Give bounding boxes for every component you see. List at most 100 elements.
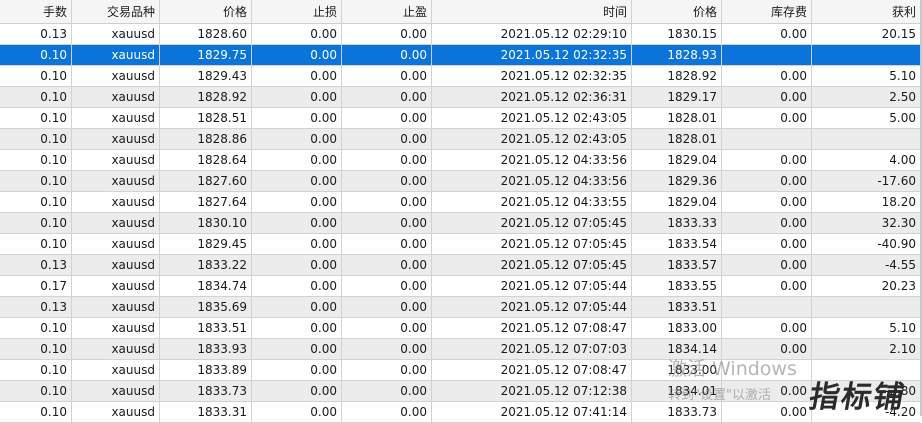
cell-time: 2021.05.12 02:36:31 — [432, 87, 632, 107]
cell-swap: 0.00 — [722, 402, 812, 422]
cell-profit: 32.30 — [881, 216, 916, 230]
cell-volume: 0.10 — [0, 360, 72, 380]
table-row[interactable]: 0.17 xauusd 1834.74 0.00 0.00 2021.05.12 07:0… — [0, 276, 920, 297]
cell-profit: 4.00 — [889, 153, 916, 167]
cell-stop-loss: 0.00 — [252, 66, 342, 86]
cell-volume: 0.10 — [0, 150, 72, 170]
cell-time: 2021.05.12 07:12:38 — [432, 381, 632, 401]
table-row[interactable]: 0.10 xauusd 1828.51 0.00 0.00 2021.05.12 02:4… — [0, 108, 920, 129]
cell-price: 1829.43 — [160, 66, 252, 86]
cell-volume: 0.10 — [0, 192, 72, 212]
cell-price: 1833.89 — [160, 360, 252, 380]
table-header: 手数 交易品种 价格 止损 止盈 时间 价格 库存费 获利 — [0, 0, 920, 24]
cell-time: 2021.05.12 02:43:05 — [432, 108, 632, 128]
cell-symbol: xauusd — [72, 108, 160, 128]
cell-price: 1828.86 — [160, 129, 252, 149]
cell-close-price: 1829.04 — [632, 192, 722, 212]
cell-close-price: 1828.92 — [632, 66, 722, 86]
cell-time: 2021.05.12 07:05:45 — [432, 213, 632, 233]
table-row[interactable]: 0.13 xauusd 1835.69 0.00 0.00 2021.05.12 07:0… — [0, 297, 920, 318]
cell-stop-loss: 0.00 — [252, 87, 342, 107]
cell-symbol: xauusd — [72, 66, 160, 86]
table-row[interactable]: 0.10 xauusd 1833.51 0.00 0.00 2021.05.12 07:0… — [0, 318, 920, 339]
cell-close-price: 1833.00 — [632, 318, 722, 338]
cell-profit: 2.10 — [889, 342, 916, 356]
cell-symbol: xauusd — [72, 255, 160, 275]
cell-time: 2021.05.12 04:33:56 — [432, 150, 632, 170]
cell-swap: 0.00 — [722, 24, 812, 44]
cell-price: 1833.31 — [160, 402, 252, 422]
cell-stop-loss: 0.00 — [252, 297, 342, 317]
cell-price: 1833.22 — [160, 255, 252, 275]
cell-symbol: xauusd — [72, 192, 160, 212]
table-row[interactable]: 0.10 xauusd 1833.73 0.00 0.00 2021.05.12 07:1… — [0, 381, 920, 402]
table-row[interactable]: 0.10 xauusd 1828.64 0.00 0.00 2021.05.12 04:3… — [0, 150, 920, 171]
cell-volume: 0.17 — [0, 276, 72, 296]
table-row[interactable]: 0.10 xauusd 1829.75 0.00 0.00 2021.05.12 02:3… — [0, 45, 920, 66]
cell-take-profit: 0.00 — [342, 381, 432, 401]
table-row[interactable]: 0.10 xauusd 1828.86 0.00 0.00 2021.05.12 02:4… — [0, 129, 920, 150]
cell-swap — [722, 297, 812, 317]
cell-stop-loss: 0.00 — [252, 192, 342, 212]
table-row[interactable]: 0.10 xauusd 1827.60 0.00 0.00 2021.05.12 04:3… — [0, 171, 920, 192]
cell-swap: 0.00 — [722, 171, 812, 191]
cell-take-profit: 0.00 — [342, 24, 432, 44]
table-row[interactable]: 0.10 xauusd 1827.64 0.00 0.00 2021.05.12 04:3… — [0, 192, 920, 213]
cell-symbol: xauusd — [72, 234, 160, 254]
cell-swap: 0.00 — [722, 213, 812, 233]
cell-take-profit: 0.00 — [342, 150, 432, 170]
cell-price: 1833.93 — [160, 339, 252, 359]
table-row[interactable]: 0.10 xauusd 1829.43 0.00 0.00 2021.05.12 02:3… — [0, 66, 920, 87]
cell-swap: 0.00 — [722, 66, 812, 86]
cell-volume: 0.13 — [0, 255, 72, 275]
cell-take-profit: 0.00 — [342, 87, 432, 107]
table-row[interactable]: 0.13 xauusd 1833.22 0.00 0.00 2021.05.12 07:0… — [0, 255, 920, 276]
table-row[interactable]: 0.10 xauusd 1829.45 0.00 0.00 2021.05.12 07:0… — [0, 234, 920, 255]
col-header-symbol[interactable]: 交易品种 — [72, 0, 160, 23]
cell-profit: 20.15 — [881, 27, 916, 41]
table-row[interactable]: 0.10 xauusd 1828.92 0.00 0.00 2021.05.12 02:3… — [0, 87, 920, 108]
cell-profit: -17.60 — [877, 174, 916, 188]
cell-time: 2021.05.12 07:05:45 — [432, 234, 632, 254]
cell-symbol: xauusd — [72, 381, 160, 401]
cell-time: 2021.05.12 02:43:05 — [432, 129, 632, 149]
cell-swap: 0.00 — [722, 87, 812, 107]
cell-symbol: xauusd — [72, 339, 160, 359]
cell-close-price: 1828.93 — [632, 45, 722, 65]
cell-swap: 0.00 — [722, 255, 812, 275]
col-header-take-profit[interactable]: 止盈 — [342, 0, 432, 23]
cell-stop-loss: 0.00 — [252, 339, 342, 359]
cell-time: 2021.05.12 04:33:55 — [432, 192, 632, 212]
col-header-volume[interactable]: 手数 — [0, 0, 72, 23]
cell-swap: 0.00 — [722, 150, 812, 170]
table-row[interactable]: 0.13 xauusd 1828.60 0.00 0.00 2021.05.12 02:2… — [0, 24, 920, 45]
cell-close-price: 1829.17 — [632, 87, 722, 107]
cell-price: 1830.10 — [160, 213, 252, 233]
table-row[interactable]: 0.10 xauusd 1833.31 0.00 0.00 2021.05.12 07:4… — [0, 402, 920, 423]
cell-profit: 2.50 — [889, 90, 916, 104]
cell-price: 1828.64 — [160, 150, 252, 170]
col-header-profit[interactable]: 获利 — [812, 0, 920, 23]
cell-close-price: 1828.01 — [632, 108, 722, 128]
cell-take-profit: 0.00 — [342, 339, 432, 359]
cell-volume: 0.13 — [0, 24, 72, 44]
col-header-price[interactable]: 价格 — [160, 0, 252, 23]
cell-take-profit: 0.00 — [342, 297, 432, 317]
cell-time: 2021.05.12 04:33:56 — [432, 171, 632, 191]
col-header-stop-loss[interactable]: 止损 — [252, 0, 342, 23]
cell-time: 2021.05.12 07:07:03 — [432, 339, 632, 359]
cell-profit — [812, 45, 920, 65]
cell-symbol: xauusd — [72, 213, 160, 233]
col-header-time[interactable]: 时间 — [432, 0, 632, 23]
col-header-close-price[interactable]: 价格 — [632, 0, 722, 23]
col-header-swap[interactable]: 库存费 — [722, 0, 812, 23]
cell-stop-loss: 0.00 — [252, 24, 342, 44]
cell-take-profit: 0.00 — [342, 402, 432, 422]
cell-price: 1833.51 — [160, 318, 252, 338]
cell-swap: 0.00 — [722, 234, 812, 254]
cell-stop-loss: 0.00 — [252, 150, 342, 170]
cell-time: 2021.05.12 02:32:35 — [432, 45, 632, 65]
cell-time: 2021.05.12 07:05:44 — [432, 276, 632, 296]
cell-stop-loss: 0.00 — [252, 45, 342, 65]
table-row[interactable]: 0.10 xauusd 1830.10 0.00 0.00 2021.05.12 07:0… — [0, 213, 920, 234]
